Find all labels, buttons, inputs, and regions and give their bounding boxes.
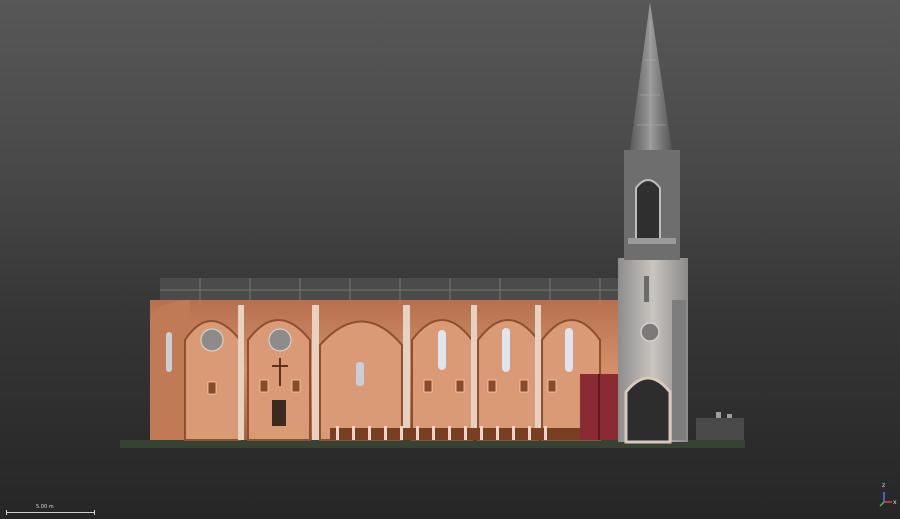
- lancet-window: [166, 332, 172, 372]
- scale-tick: [94, 510, 95, 515]
- side-door: [272, 400, 286, 426]
- scale-line: [6, 512, 94, 513]
- scale-label: 5.00 m: [36, 504, 54, 510]
- pillar: [312, 305, 319, 440]
- axis-z-label: z: [882, 482, 886, 489]
- scale-bar: 5.00 m: [6, 504, 96, 516]
- spire: [630, 2, 672, 150]
- pillar: [238, 305, 244, 440]
- pillar: [471, 305, 477, 440]
- pillar: [403, 305, 410, 440]
- axis-x-label: x: [893, 499, 897, 506]
- tower-portal: [624, 376, 672, 444]
- tower-oculus: [640, 322, 660, 342]
- lancet-window: [356, 362, 364, 386]
- pillar: [535, 305, 541, 440]
- axis-gizmo[interactable]: z x: [876, 482, 898, 512]
- point-cloud-viewport[interactable]: 5.00 m z x: [0, 0, 900, 519]
- lancet-window: [502, 328, 510, 372]
- rose-window: [268, 328, 292, 352]
- lancet-window: [565, 328, 573, 372]
- rose-window: [200, 328, 224, 352]
- lancet-window: [438, 330, 446, 370]
- church-section-render: [120, 2, 745, 448]
